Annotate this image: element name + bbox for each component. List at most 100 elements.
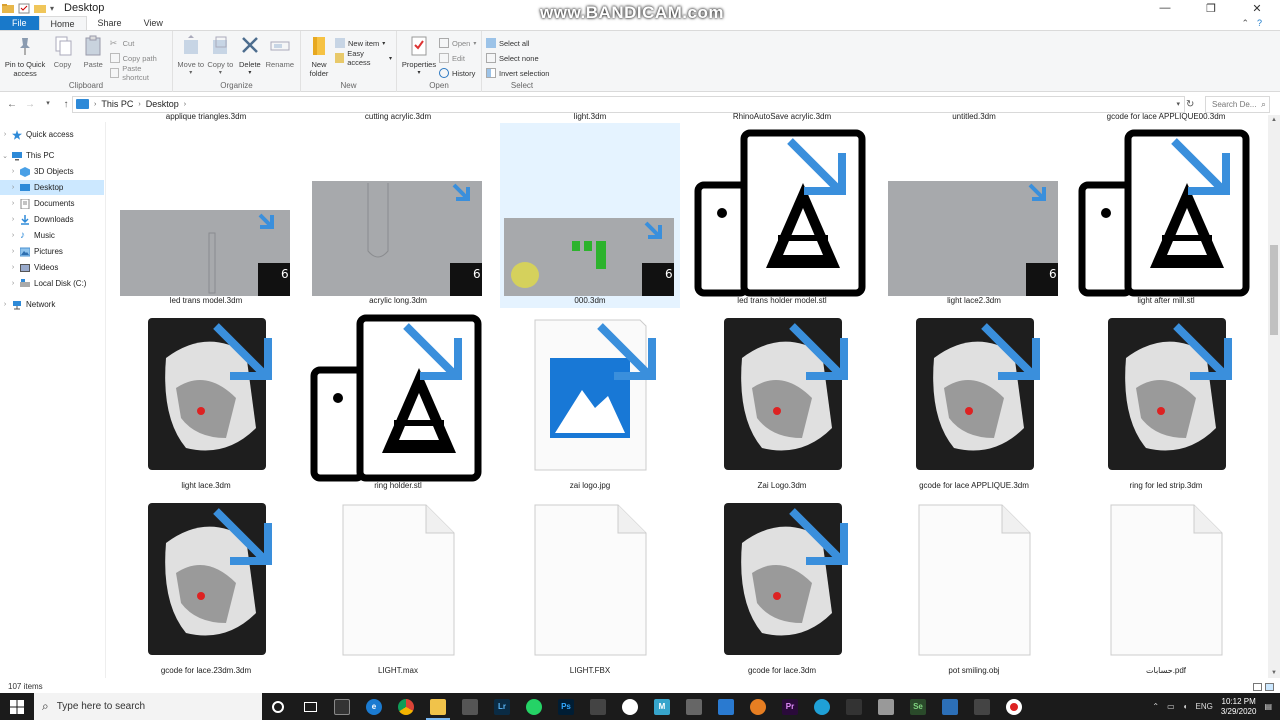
start-button[interactable]	[0, 693, 34, 720]
close-icon[interactable]: ✕	[1234, 0, 1280, 16]
app-icon[interactable]	[582, 693, 614, 720]
recent-dropdown-icon[interactable]: ▾	[42, 99, 54, 110]
up-arrow-icon[interactable]: ↑	[60, 99, 72, 110]
file-label[interactable]: untitled.3dm	[884, 113, 1064, 121]
breadcrumb-this-pc[interactable]: This PC	[101, 99, 133, 109]
new-item-button[interactable]: New item ▾	[334, 37, 392, 49]
edge-icon[interactable]: e	[358, 693, 390, 720]
tab-file[interactable]: File	[0, 16, 39, 30]
expand-arrow-icon[interactable]: ›	[8, 184, 18, 191]
store-icon[interactable]	[454, 693, 486, 720]
new-folder-icon[interactable]	[34, 3, 46, 14]
app-icon[interactable]	[806, 693, 838, 720]
file-tile[interactable]: 6 acrylic long.3dm	[308, 123, 488, 308]
app-icon[interactable]	[678, 693, 710, 720]
unreal-icon[interactable]	[614, 693, 646, 720]
tray-expand-icon[interactable]: ⌃	[1152, 702, 1159, 711]
file-tile[interactable]: LIGHT.FBX	[500, 493, 680, 678]
file-tile-selected[interactable]: 6 000.3dm	[500, 123, 680, 308]
forward-arrow-icon[interactable]: →	[24, 99, 36, 110]
nav-network[interactable]: › Network	[0, 297, 104, 312]
select-none-button[interactable]: Select none	[486, 52, 549, 64]
edit-button[interactable]: Edit	[439, 52, 476, 64]
chrome-icon[interactable]	[390, 693, 422, 720]
nav-pictures[interactable]: › Pictures	[0, 244, 104, 259]
app-icon[interactable]	[742, 693, 774, 720]
easy-access-button[interactable]: Easy access ▾	[334, 49, 392, 67]
scrollbar-thumb[interactable]	[1270, 245, 1278, 335]
nav-local-disk[interactable]: › Local Disk (C:)	[0, 276, 104, 291]
copy-path-button[interactable]: Copy path	[109, 52, 168, 64]
task-view-icon[interactable]	[294, 693, 326, 720]
app-icon[interactable]	[934, 693, 966, 720]
copy-to-button[interactable]: Copy to ▾	[207, 34, 235, 78]
collapse-arrow-icon[interactable]: ⌄	[0, 152, 10, 160]
properties-button[interactable]: Properties ▾	[401, 34, 437, 78]
whatsapp-icon[interactable]	[518, 693, 550, 720]
nav-this-pc[interactable]: ⌄ This PC	[0, 148, 104, 163]
file-tile[interactable]: LIGHT.max	[308, 493, 488, 678]
new-folder-button[interactable]: New folder	[305, 34, 333, 78]
clock[interactable]: 10:12 PM 3/29/2020	[1221, 697, 1257, 717]
file-tile[interactable]: light after mill.stl	[1076, 123, 1256, 308]
move-to-button[interactable]: Move to ▾	[177, 34, 205, 78]
premiere-icon[interactable]: Pr	[774, 693, 806, 720]
file-tile[interactable]: pot smiling.obj	[884, 493, 1064, 678]
expand-arrow-icon[interactable]: ›	[0, 301, 10, 308]
volume-icon[interactable]: ◖	[1183, 702, 1188, 711]
network-tray-icon[interactable]: ▭	[1167, 702, 1175, 711]
file-label[interactable]: light.3dm	[500, 113, 680, 121]
language-indicator[interactable]: ENG	[1196, 702, 1213, 711]
expand-arrow-icon[interactable]: ›	[8, 232, 18, 239]
file-tile[interactable]: light lace.3dm	[116, 308, 296, 493]
maya-icon[interactable]: M	[646, 693, 678, 720]
cortana-icon[interactable]	[262, 693, 294, 720]
tab-share[interactable]: Share	[87, 16, 133, 30]
ribbon-collapse-icon[interactable]: ⌃ ?	[1241, 16, 1280, 30]
rhino-taskbar-icon[interactable]	[838, 693, 870, 720]
file-tile[interactable]: حسابات.pdf	[1076, 493, 1256, 678]
file-label[interactable]: RhinoAutoSave acrylic.3dm	[692, 113, 872, 121]
properties-check-icon[interactable]	[18, 3, 30, 14]
minimize-icon[interactable]: —	[1142, 0, 1188, 16]
invert-selection-button[interactable]: Invert selection	[486, 67, 549, 79]
nav-downloads[interactable]: › Downloads	[0, 212, 104, 227]
bandicam-record-icon[interactable]	[998, 693, 1030, 720]
scroll-up-icon[interactable]: ▲	[1268, 117, 1280, 123]
expand-arrow-icon[interactable]: ›	[8, 248, 18, 255]
rename-button[interactable]: Rename	[266, 34, 294, 69]
file-tile[interactable]: 6 light lace2.3dm	[884, 123, 1064, 308]
nav-documents[interactable]: › Documents	[0, 196, 104, 211]
tab-view[interactable]: View	[133, 16, 174, 30]
file-tile[interactable]: led trans holder model.stl	[692, 123, 872, 308]
pin-quick-access-button[interactable]: Pin to Quick access	[4, 34, 46, 78]
file-explorer-icon[interactable]	[422, 693, 454, 720]
open-button[interactable]: Open ▾	[439, 37, 476, 49]
file-tile[interactable]: ring for led strip.3dm	[1076, 308, 1256, 493]
select-all-button[interactable]: Select all	[486, 37, 549, 49]
breadcrumb-desktop[interactable]: Desktop	[146, 99, 179, 109]
back-arrow-icon[interactable]: ←	[6, 99, 18, 110]
history-button[interactable]: History	[439, 67, 476, 79]
file-tile[interactable]: ring holder.stl	[308, 308, 488, 493]
paste-button[interactable]: Paste	[79, 34, 108, 69]
nav-music[interactable]: › ♪ Music	[0, 228, 104, 243]
file-tile[interactable]: Zai Logo.3dm	[692, 308, 872, 493]
paste-shortcut-button[interactable]: Paste shortcut	[109, 64, 168, 82]
refresh-icon[interactable]: ↻	[1186, 99, 1194, 110]
file-tile[interactable]: 6 led trans model.3dm	[116, 123, 296, 308]
large-icons-view-icon[interactable]	[1265, 682, 1274, 691]
file-tile[interactable]: gcode for lace.23dm.3dm	[116, 493, 296, 678]
file-label[interactable]: cutting acrylic.3dm	[308, 113, 488, 121]
nav-videos[interactable]: › Videos	[0, 260, 104, 275]
file-tile[interactable]: gcode for lace APPLIQUE.3dm	[884, 308, 1064, 493]
expand-arrow-icon[interactable]: ›	[8, 280, 18, 287]
scroll-down-icon[interactable]: ▼	[1268, 670, 1280, 676]
file-label[interactable]: gcode for lace APPLIQUE00.3dm	[1076, 113, 1256, 121]
delete-button[interactable]: Delete ▾	[236, 34, 264, 78]
dark-app-icon[interactable]	[326, 693, 358, 720]
expand-arrow-icon[interactable]: ›	[8, 216, 18, 223]
address-field[interactable]: › This PC › Desktop › ▾	[72, 95, 1185, 113]
copy-button[interactable]: Copy	[48, 34, 77, 69]
nav-desktop[interactable]: › Desktop	[0, 180, 104, 195]
